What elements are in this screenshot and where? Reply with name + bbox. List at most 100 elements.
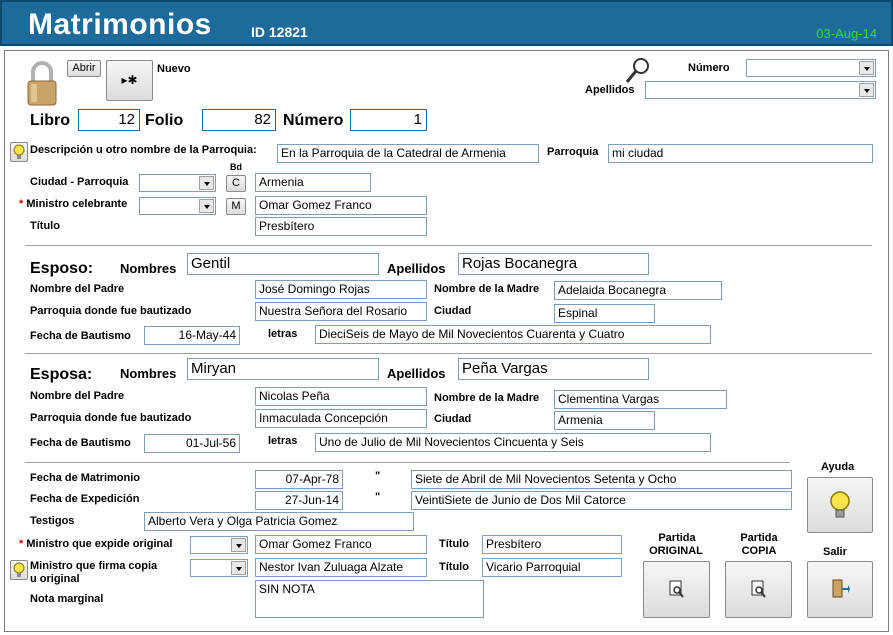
marginal-note-label: Nota marginal [30, 593, 104, 605]
chevron-down-icon[interactable] [859, 61, 874, 75]
signing-minister-label-2: u original [30, 573, 80, 585]
copy-certificate-label: Partida [740, 532, 778, 544]
chevron-down-icon[interactable] [231, 561, 246, 575]
parish-help-button[interactable] [10, 142, 28, 162]
print-preview-icon [751, 580, 766, 598]
parish-field[interactable]: mi ciudad [608, 144, 873, 163]
signing-minister-select[interactable] [190, 559, 248, 577]
numero-field[interactable]: 1 [350, 109, 427, 131]
bride-city-label: Ciudad [434, 413, 472, 425]
bride-father-field[interactable]: Nicolas Peña [255, 387, 427, 406]
exit-label: Salir [823, 546, 847, 558]
chevron-down-icon[interactable] [199, 199, 214, 213]
lightbulb-icon [830, 491, 850, 518]
witnesses-field[interactable]: Alberto Vera y Olga Patricia Gomez [144, 512, 414, 531]
new-label: Nuevo [157, 63, 191, 75]
groom-names-field[interactable]: Gentil [187, 253, 379, 275]
bride-names-label: Nombres [120, 366, 177, 381]
copy-certificate-label-2: COPIA [741, 545, 777, 557]
groom-surnames-field[interactable]: Rojas Bocanegra [458, 253, 649, 275]
groom-parish-label: Parroquia donde fue bautizado [30, 305, 192, 317]
main-panel: Abrir ▸✱ Nuevo Número Apellidos Libro 12… [4, 50, 889, 632]
exit-button[interactable] [807, 561, 873, 618]
issuing-minister-field[interactable]: Omar Gomez Franco [255, 535, 427, 554]
title-bar: Matrimonios ID 12821 03-Aug-14 [0, 0, 893, 46]
numero-label: Número [283, 112, 344, 129]
bride-baptism-date-letters-field[interactable]: Uno de Julio de Mil Novecientos Cincuent… [315, 433, 711, 452]
search-numero-label: Número [688, 62, 730, 74]
bride-city-field[interactable]: Armenia [554, 411, 655, 430]
celebrant-minister-label: * Ministro celebrante [19, 198, 128, 210]
divider [25, 353, 872, 354]
issuing-title-label: Título [439, 538, 469, 550]
libro-label: Libro [30, 112, 70, 129]
issue-date-letters-field[interactable]: VeintiSiete de Junio de Dos Mil Catorce [411, 491, 792, 510]
chevron-down-icon[interactable] [231, 538, 246, 552]
marriage-date-letters-field[interactable]: Siete de Abril de Mil Novecientos Setent… [411, 470, 792, 489]
marginal-note-field[interactable]: SIN NOTA [255, 580, 484, 618]
bride-parish-field[interactable]: Inmaculada Concepción [255, 409, 427, 428]
city-field[interactable]: Armenia [255, 173, 371, 192]
title-label: Título [30, 220, 60, 232]
groom-city-label: Ciudad [434, 305, 472, 317]
chevron-down-icon[interactable] [859, 83, 874, 97]
required-icon: * [19, 538, 24, 550]
signing-minister-label: Ministro que firma copia [30, 560, 158, 572]
parish-description-field[interactable]: En la Parroquia de la Catedral de Armeni… [277, 144, 539, 163]
bride-section-label: Esposa: [30, 366, 93, 383]
groom-parish-field[interactable]: Nuestra Señora del Rosario [255, 302, 427, 321]
record-id: ID 12821 [251, 24, 308, 40]
groom-surnames-label: Apellidos [387, 261, 446, 276]
signing-minister-help-button[interactable] [10, 560, 28, 580]
bd-label: Bd [230, 162, 242, 172]
search-apellidos-label: Apellidos [585, 84, 635, 96]
title-field[interactable]: Presbítero [255, 217, 427, 236]
folio-field[interactable]: 82 [202, 109, 276, 131]
celebrant-minister-select[interactable] [139, 197, 216, 215]
bride-parish-label: Parroquia donde fue bautizado [30, 412, 192, 424]
groom-father-field[interactable]: José Domingo Rojas [255, 280, 427, 299]
bride-names-field[interactable]: Miryan [187, 358, 379, 380]
celebrant-minister-field[interactable]: Omar Gomez Franco [255, 196, 427, 215]
groom-city-field[interactable]: Espinal [554, 304, 655, 323]
parish-description-label: Descripción u otro nombre de la Parroqui… [30, 144, 257, 156]
groom-mother-field[interactable]: Adelaida Bocanegra [554, 281, 722, 300]
help-button[interactable] [807, 477, 873, 533]
libro-field[interactable]: 12 [78, 109, 140, 131]
marriage-date-field[interactable]: 07-Apr-78 [255, 470, 343, 489]
chevron-down-icon[interactable] [199, 176, 214, 190]
groom-section-label: Esposo: [30, 260, 94, 277]
bride-father-label: Nombre del Padre [30, 390, 125, 402]
minister-button[interactable]: M [226, 198, 246, 215]
signing-title-label: Título [439, 561, 469, 573]
lightbulb-icon [13, 562, 25, 577]
original-certificate-label-2: ORIGINAL [649, 545, 703, 557]
signing-minister-field[interactable]: Nestor Ivan Zuluaga Alzate [255, 558, 427, 577]
open-button[interactable]: Abrir [67, 60, 101, 77]
city-parish-select[interactable] [139, 174, 216, 192]
issuing-minister-label: * Ministro que expide original [19, 538, 173, 550]
help-label: Ayuda [821, 461, 855, 473]
issue-date-field[interactable]: 27-Jun-14 [255, 491, 343, 510]
groom-baptism-date-field[interactable]: 16-May-44 [144, 326, 240, 345]
print-original-button[interactable] [643, 561, 710, 618]
original-certificate-label: Partida [658, 532, 696, 544]
bride-baptism-date-field[interactable]: 01-Jul-56 [144, 434, 240, 453]
folio-label: Folio [145, 112, 184, 129]
print-copy-button[interactable] [725, 561, 792, 618]
lightbulb-icon [13, 144, 25, 159]
search-apellidos-select[interactable] [645, 81, 876, 99]
city-button[interactable]: C [226, 175, 246, 192]
signing-title-field[interactable]: Vicario Parroquial [482, 558, 622, 577]
search-numero-select[interactable] [746, 59, 876, 77]
issue-date-label: Fecha de Expedición [30, 493, 140, 505]
groom-baptism-date-letters-field[interactable]: DieciSeis de Mayo de Mil Novecientos Cua… [315, 325, 711, 344]
groom-father-label: Nombre del Padre [30, 283, 125, 295]
issuing-minister-select[interactable] [190, 536, 248, 554]
new-record-button[interactable]: ▸✱ [106, 60, 153, 101]
groom-names-label: Nombres [120, 261, 177, 276]
issuing-title-field[interactable]: Presbítero [482, 535, 622, 554]
bride-mother-field[interactable]: Clementina Vargas [554, 390, 727, 409]
bride-surnames-field[interactable]: Peña Vargas [458, 358, 649, 380]
groom-letters-label: letras [268, 328, 298, 340]
